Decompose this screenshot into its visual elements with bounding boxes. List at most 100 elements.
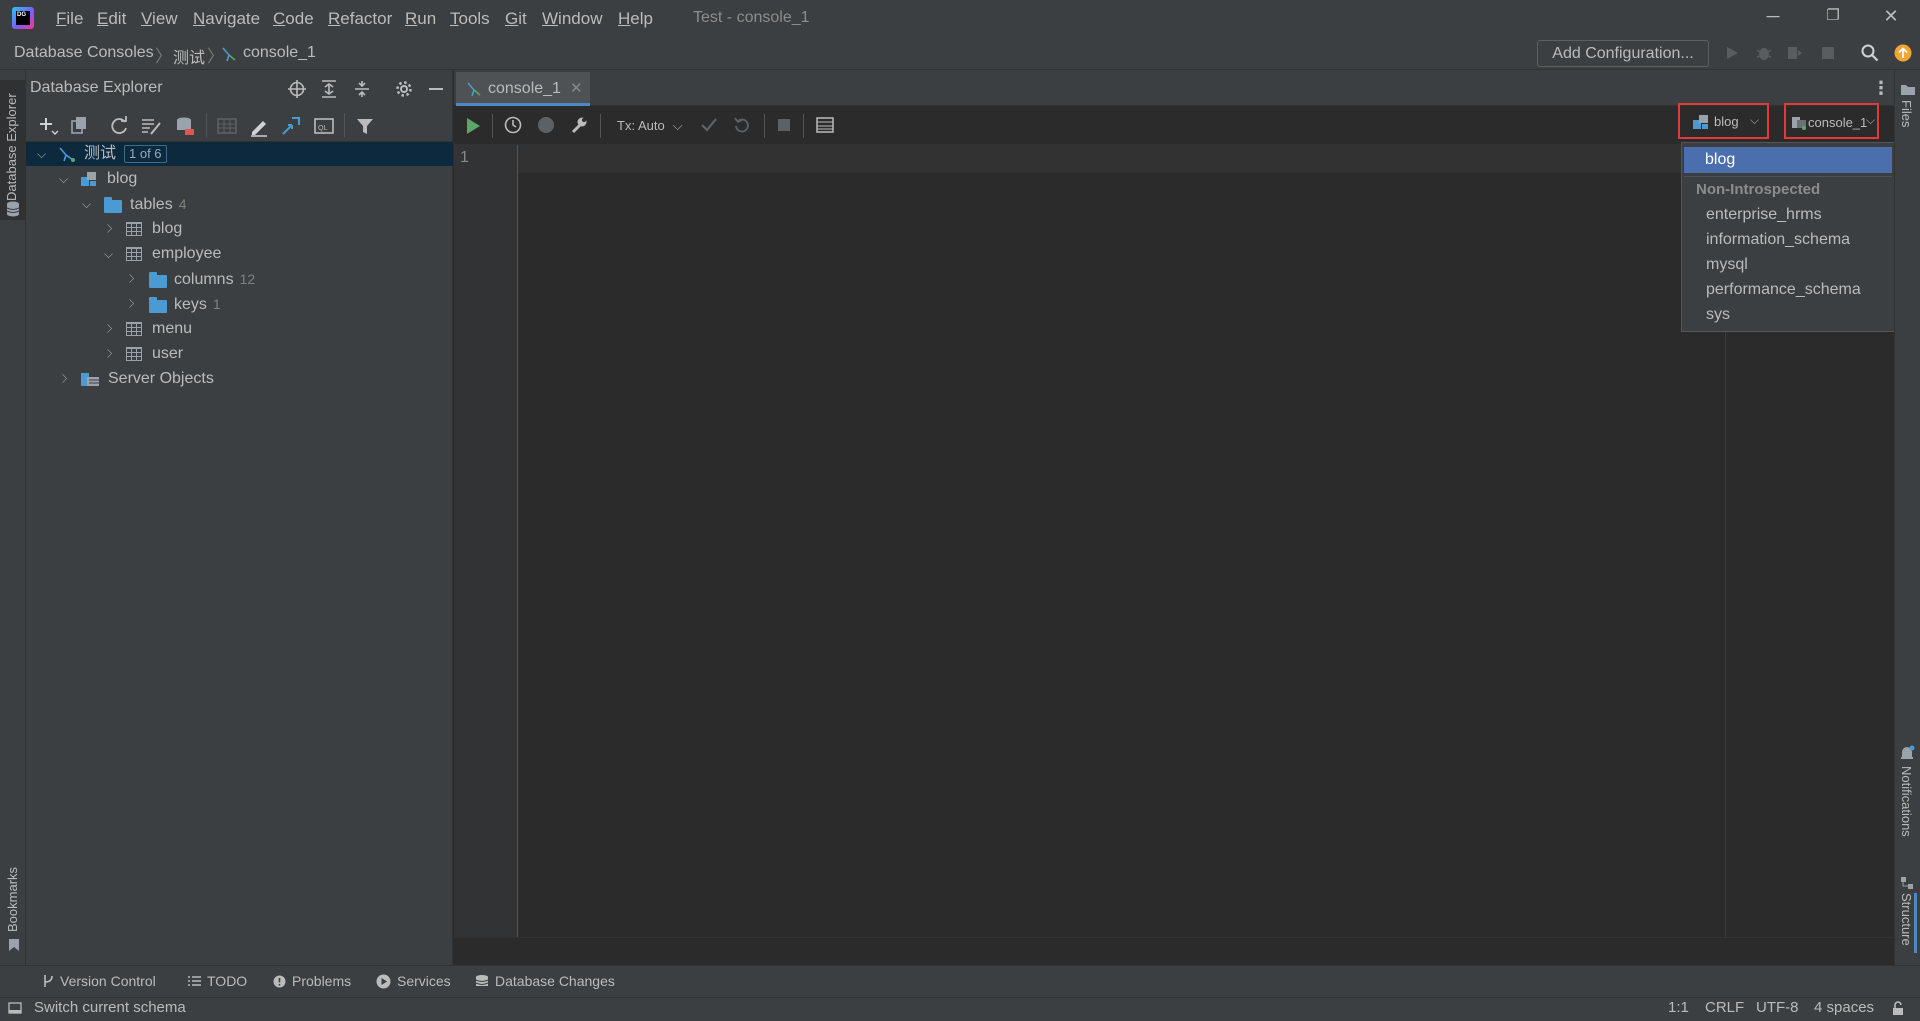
line-ending[interactable]: CRLF	[1705, 999, 1744, 1016]
chevron-down-icon[interactable]: ⌵	[82, 197, 91, 212]
menu-navigate[interactable]: Navigate	[193, 9, 260, 29]
edit-icon[interactable]	[248, 115, 270, 137]
breadcrumb-database-consoles[interactable]: Database Consoles	[14, 44, 154, 62]
jump-to-console-icon[interactable]	[280, 115, 302, 137]
wrench-icon[interactable]	[570, 116, 588, 134]
chevron-right-icon[interactable]: ⌵	[101, 349, 116, 358]
breadcrumb-data-source[interactable]: 测试	[173, 44, 205, 68]
tree-root[interactable]: 测试 1 of 6	[84, 142, 167, 166]
cursor-position[interactable]: 1:1	[1668, 999, 1689, 1016]
version-control-tool[interactable]: Version Control	[42, 973, 156, 989]
tab-console-1[interactable]: console_1 ✕	[456, 72, 590, 106]
bookmarks-strip-label[interactable]: Bookmarks	[5, 862, 20, 932]
notifications-strip-label[interactable]: Notifications	[1899, 766, 1914, 856]
update-icon[interactable]	[1894, 44, 1912, 62]
chevron-down-icon[interactable]: ⌵	[104, 247, 113, 262]
hide-panel-icon[interactable]	[428, 80, 444, 98]
session-switcher-button[interactable]: console_1 ⌵	[1784, 103, 1879, 139]
chevron-right-icon[interactable]: ⌵	[123, 299, 138, 308]
output-layout-icon[interactable]	[816, 116, 834, 134]
dropdown-item-enterprise-hrms[interactable]: enterprise_hrms	[1706, 206, 1822, 224]
ql-console-icon[interactable]: QL	[313, 115, 335, 137]
expand-all-icon[interactable]	[321, 80, 337, 98]
lock-icon[interactable]	[1891, 1001, 1905, 1016]
menu-refactor[interactable]: Refactor	[328, 9, 392, 29]
bookmark-icon[interactable]	[8, 938, 20, 952]
history-icon[interactable]	[504, 116, 522, 134]
filter-icon[interactable]	[354, 115, 376, 137]
toggle-tool-windows-icon[interactable]	[8, 1001, 22, 1015]
indent-setting[interactable]: 4 spaces	[1814, 999, 1874, 1016]
debug-icon[interactable]	[1755, 45, 1773, 61]
chevron-right-icon[interactable]: ⌵	[123, 274, 138, 283]
menu-edit[interactable]: Edit	[97, 9, 126, 29]
tree-server-objects[interactable]: Server Objects	[108, 367, 214, 391]
tree-columns-folder[interactable]: columns 12	[174, 267, 255, 291]
app-logo-icon[interactable]: DG	[12, 7, 34, 29]
chevron-down-icon[interactable]: ⌵	[37, 147, 46, 162]
commit-icon[interactable]	[700, 116, 718, 134]
schema-diff-icon[interactable]	[140, 115, 162, 137]
minimize-button[interactable]: ─	[1758, 6, 1788, 30]
run-config-icon[interactable]	[1724, 45, 1740, 61]
menu-tools[interactable]: Tools	[450, 9, 490, 29]
run-icon[interactable]	[465, 117, 481, 135]
tree-schema-blog[interactable]: blog	[107, 167, 137, 191]
todo-tool[interactable]: TODO	[188, 973, 247, 989]
stop-icon[interactable]	[1821, 46, 1835, 60]
rollback-icon[interactable]	[733, 116, 751, 134]
menu-file[interactable]: File	[56, 9, 83, 29]
tree-keys-folder[interactable]: keys 1	[174, 292, 221, 316]
structure-icon[interactable]	[1900, 876, 1914, 890]
close-tab-icon[interactable]: ✕	[570, 79, 583, 97]
cancel-statement-icon[interactable]	[777, 118, 791, 132]
tree-table-menu[interactable]: menu	[152, 317, 192, 341]
menu-view[interactable]: View	[141, 9, 178, 29]
copy-icon[interactable]	[68, 115, 90, 137]
tx-mode-dropdown[interactable]: Tx: Auto ⌵	[617, 118, 683, 134]
table-view-icon[interactable]	[216, 115, 238, 137]
dropdown-item-mysql[interactable]: mysql	[1706, 256, 1748, 274]
add-configuration-button[interactable]: Add Configuration...	[1537, 40, 1709, 67]
dropdown-item-sys[interactable]: sys	[1706, 306, 1730, 324]
breadcrumb-console[interactable]: console_1	[243, 44, 316, 62]
more-tabs-icon[interactable]: ⋮	[1872, 78, 1890, 99]
menu-run[interactable]: Run	[405, 9, 436, 29]
dropdown-item-blog[interactable]: blog	[1705, 151, 1735, 169]
files-strip-label[interactable]: Files	[1899, 100, 1914, 140]
restore-button[interactable]: ❐	[1818, 6, 1848, 30]
services-tool[interactable]: Services	[376, 973, 451, 989]
locate-icon[interactable]	[288, 80, 306, 98]
chevron-right-icon[interactable]: ⌵	[56, 374, 71, 383]
tree-table-blog[interactable]: blog	[152, 217, 182, 241]
structure-strip-label[interactable]: Structure	[1899, 893, 1914, 958]
schema-switcher-button[interactable]: blog ⌵	[1678, 103, 1769, 139]
dropdown-item-information-schema[interactable]: information_schema	[1706, 231, 1850, 249]
refresh-icon[interactable]	[108, 115, 130, 137]
tree-table-user[interactable]: user	[152, 342, 183, 366]
collapse-all-icon[interactable]	[354, 80, 370, 98]
file-encoding[interactable]: UTF-8	[1756, 999, 1799, 1016]
chevron-right-icon[interactable]: ⌵	[101, 224, 116, 233]
tree-table-employee[interactable]: employee	[152, 242, 221, 266]
add-icon[interactable]	[37, 115, 59, 137]
database-changes-tool[interactable]: Database Changes	[475, 973, 615, 989]
dropdown-item-performance-schema[interactable]: performance_schema	[1706, 281, 1861, 299]
menu-code[interactable]: Code	[273, 9, 314, 29]
editor-area[interactable]	[454, 70, 1894, 965]
database-explorer-strip-label[interactable]: Database Explorer	[4, 86, 19, 201]
record-icon[interactable]	[537, 116, 555, 134]
menu-git[interactable]: Git	[505, 9, 527, 29]
chevron-right-icon[interactable]: ⌵	[101, 324, 116, 333]
gear-icon[interactable]	[395, 80, 413, 98]
tree-tables-folder[interactable]: tables 4	[130, 192, 187, 216]
folder-icon[interactable]	[1900, 82, 1916, 96]
menu-window[interactable]: Window	[542, 9, 602, 29]
problems-tool[interactable]: Problems	[273, 973, 351, 989]
coverage-icon[interactable]	[1785, 45, 1803, 61]
chevron-down-icon[interactable]: ⌵	[59, 172, 68, 187]
menu-help[interactable]: Help	[618, 9, 653, 29]
notifications-icon[interactable]	[1899, 745, 1915, 761]
search-icon[interactable]	[1861, 44, 1879, 62]
data-source-properties-icon[interactable]	[174, 115, 196, 137]
